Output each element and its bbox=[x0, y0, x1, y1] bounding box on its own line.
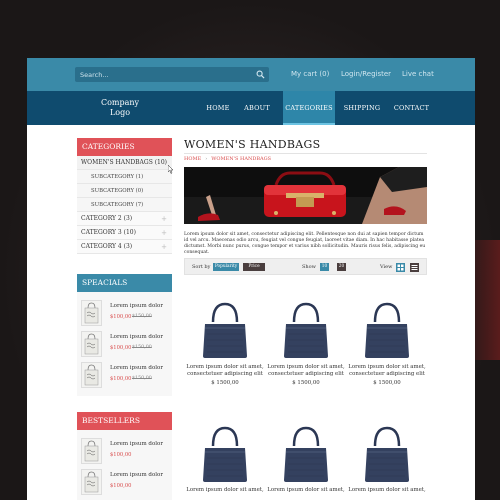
view-label: View bbox=[380, 264, 393, 270]
handbag-image[interactable] bbox=[282, 300, 330, 360]
bestseller-price: $100,00 bbox=[110, 483, 132, 489]
logo-line-2: Logo bbox=[109, 108, 131, 117]
category-label: CATEGORY 3 (10) bbox=[81, 229, 136, 236]
special-price: $100,00 bbox=[110, 345, 132, 351]
bestseller-price: $100,00 bbox=[110, 452, 132, 458]
breadcrumb-home[interactable]: HOME bbox=[184, 156, 201, 162]
product-price: $ 1500,00 bbox=[292, 380, 320, 386]
subcategory-item[interactable]: SUBCATEGORY (0) bbox=[77, 184, 172, 198]
special-product[interactable]: Lorem ipsum dolor $100,00 $150,00 bbox=[77, 300, 172, 328]
bestseller-product[interactable]: Lorem ipsum dolor $100,00 bbox=[77, 438, 172, 466]
category-item-womens-handbags[interactable]: WOMEN'S HANDBAGS (10) – bbox=[77, 156, 172, 170]
category-item-3[interactable]: CATEGORY 3 (10) + bbox=[77, 226, 172, 240]
product-name[interactable]: Lorem ipsum dolor sit amet, consectetuer… bbox=[347, 364, 427, 378]
title-divider bbox=[184, 153, 427, 154]
sort-label: Sort by bbox=[192, 264, 211, 270]
product-name[interactable]: Lorem ipsum dolor sit amet, consectetuer… bbox=[266, 364, 346, 378]
breadcrumb-current: WOMEN'S HANDBAGS bbox=[211, 156, 272, 162]
search-input[interactable]: Search... bbox=[75, 67, 269, 82]
nav-about[interactable]: ABOUT bbox=[240, 91, 274, 125]
category-label: CATEGORY 4 (3) bbox=[81, 243, 133, 250]
tote-bag-thumbnail[interactable] bbox=[81, 438, 102, 464]
bestseller-product[interactable]: Lorem ipsum dolor $100,00 bbox=[77, 469, 172, 497]
cart-link[interactable]: My cart (0) bbox=[291, 70, 329, 78]
breadcrumb: HOME › WOMEN'S HANDBAGS bbox=[184, 156, 272, 162]
product-name[interactable]: Lorem ipsum dolor sit amet, bbox=[185, 487, 265, 494]
handbag-image[interactable] bbox=[282, 424, 330, 484]
category-list: WOMEN'S HANDBAGS (10) – SUBCATEGORY (1) … bbox=[77, 156, 172, 254]
live-chat-link[interactable]: Live chat bbox=[402, 70, 434, 78]
special-product[interactable]: Lorem ipsum dolor $100,00 $150,00 bbox=[77, 362, 172, 390]
show-10-button[interactable]: 10 bbox=[320, 263, 329, 271]
special-name[interactable]: Lorem ipsum dolor bbox=[110, 334, 163, 340]
special-product[interactable]: Lorem ipsum dolor $100,00 $150,00 bbox=[77, 331, 172, 359]
sort-popularity-button[interactable]: Popularity bbox=[213, 263, 239, 271]
grid-view-icon[interactable] bbox=[396, 263, 405, 272]
handbag-image[interactable] bbox=[363, 424, 411, 484]
search-icon[interactable] bbox=[256, 70, 265, 79]
product-name[interactable]: Lorem ipsum dolor sit amet, bbox=[347, 487, 427, 494]
special-old-price: $150,00 bbox=[132, 314, 152, 319]
subcategory-label: SUBCATEGORY (7) bbox=[91, 202, 144, 208]
company-logo[interactable]: Company Logo bbox=[98, 98, 142, 118]
logo-line-1: Company bbox=[100, 98, 140, 107]
main-nav: Company Logo HOME ABOUT CATEGORIES SHIPP… bbox=[27, 91, 475, 125]
special-old-price: $150,00 bbox=[132, 376, 152, 381]
tote-bag-thumbnail[interactable] bbox=[81, 331, 102, 357]
top-bar: Search... My cart (0) Login/Register Liv… bbox=[27, 58, 475, 91]
subcategory-label: SUBCATEGORY (1) bbox=[91, 174, 144, 180]
product-price: $ 1500,00 bbox=[373, 380, 401, 386]
subcategory-label: SUBCATEGORY (0) bbox=[91, 188, 144, 194]
product-name[interactable]: Lorem ipsum dolor sit amet, consectetuer… bbox=[185, 364, 265, 378]
bestsellers-heading: BESTSELLERS bbox=[77, 412, 172, 430]
handbag-image[interactable] bbox=[201, 300, 249, 360]
category-item-4[interactable]: CATEGORY 4 (3) + bbox=[77, 240, 172, 254]
search-placeholder: Search... bbox=[80, 70, 109, 79]
page-title: WOMEN'S HANDBAGS bbox=[184, 138, 321, 151]
special-name[interactable]: Lorem ipsum dolor bbox=[110, 303, 163, 309]
list-view-icon[interactable] bbox=[410, 263, 419, 272]
handbag-image[interactable] bbox=[201, 424, 249, 484]
bestseller-name[interactable]: Lorem ipsum dolor bbox=[110, 441, 163, 447]
specials-heading: SPEACIALS bbox=[77, 274, 172, 292]
login-link[interactable]: Login/Register bbox=[341, 70, 391, 78]
expand-icon[interactable]: + bbox=[161, 212, 167, 226]
mouse-cursor-icon bbox=[168, 165, 174, 174]
subcategory-item[interactable]: SUBCATEGORY (7) bbox=[77, 198, 172, 212]
special-price: $100,00 bbox=[110, 376, 132, 382]
listing-toolbar: Sort by Popularity Price Show 10 20 View bbox=[184, 258, 427, 275]
expand-icon[interactable]: + bbox=[161, 226, 167, 240]
categories-heading: CATEGORIES bbox=[77, 138, 172, 156]
show-20-button[interactable]: 20 bbox=[337, 263, 346, 271]
category-description: Lorem ipsum dolor sit amet, consectetur … bbox=[184, 232, 426, 255]
nav-shipping[interactable]: SHIPPING bbox=[340, 91, 384, 125]
subcategory-item[interactable]: SUBCATEGORY (1) bbox=[77, 170, 172, 184]
nav-contact[interactable]: CONTACT bbox=[389, 91, 434, 125]
category-label: CATEGORY 2 (3) bbox=[81, 215, 133, 222]
show-label: Show bbox=[302, 264, 316, 270]
special-name[interactable]: Lorem ipsum dolor bbox=[110, 365, 163, 371]
category-item-2[interactable]: CATEGORY 2 (3) + bbox=[77, 212, 172, 226]
nav-categories[interactable]: CATEGORIES bbox=[283, 91, 335, 125]
website-mockup: Search... My cart (0) Login/Register Liv… bbox=[27, 58, 475, 500]
bestseller-name[interactable]: Lorem ipsum dolor bbox=[110, 472, 163, 478]
category-banner-image bbox=[184, 167, 427, 224]
special-old-price: $150,00 bbox=[132, 345, 152, 350]
expand-icon[interactable]: + bbox=[161, 240, 167, 254]
handbag-image[interactable] bbox=[363, 300, 411, 360]
collapse-icon[interactable]: – bbox=[164, 156, 168, 170]
tote-bag-thumbnail[interactable] bbox=[81, 469, 102, 495]
nav-home[interactable]: HOME bbox=[200, 91, 236, 125]
category-label: WOMEN'S HANDBAGS (10) bbox=[81, 159, 168, 166]
special-price: $100,00 bbox=[110, 314, 132, 320]
tote-bag-thumbnail[interactable] bbox=[81, 362, 102, 388]
product-price: $ 1500,00 bbox=[211, 380, 239, 386]
product-name[interactable]: Lorem ipsum dolor sit amet, bbox=[266, 487, 346, 494]
tote-bag-thumbnail[interactable] bbox=[81, 300, 102, 326]
sort-price-button[interactable]: Price bbox=[243, 263, 265, 271]
